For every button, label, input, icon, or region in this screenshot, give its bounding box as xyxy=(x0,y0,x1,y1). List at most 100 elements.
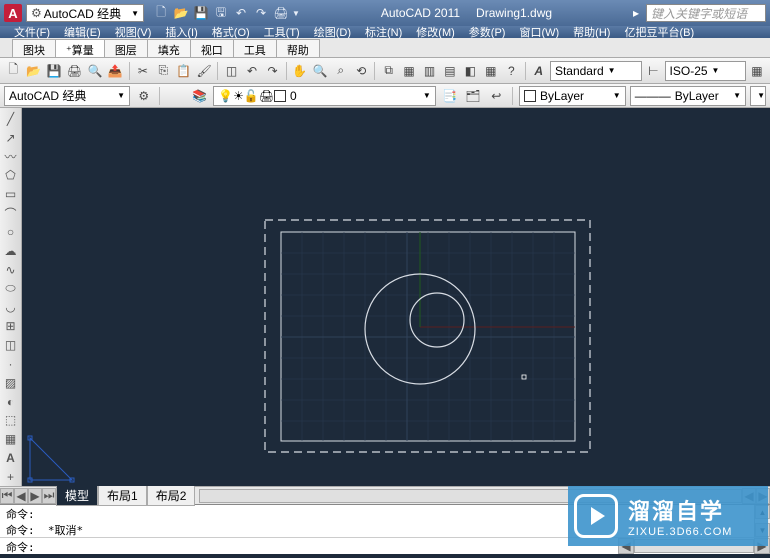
lineweight-select[interactable]: ▼ xyxy=(750,86,766,106)
menu-item[interactable]: 窗口(W) xyxy=(513,23,565,41)
region-icon[interactable]: ⬚ xyxy=(2,412,20,430)
polygon-icon[interactable]: ⬠ xyxy=(2,167,20,185)
watermark-title: 溜溜自学 xyxy=(628,494,732,526)
addselected-icon[interactable]: + xyxy=(2,468,20,486)
text-icon[interactable]: A xyxy=(2,449,20,467)
redo-icon[interactable]: ↷ xyxy=(252,4,270,22)
pan-icon[interactable]: ✋ xyxy=(291,61,309,81)
revcloud-icon[interactable]: ☁ xyxy=(2,242,20,260)
tab-prev-icon[interactable]: ◀ xyxy=(14,488,28,504)
command-input[interactable]: 命令: xyxy=(0,538,618,554)
open-icon[interactable]: 📂 xyxy=(172,4,190,22)
textstyle-icon[interactable]: A xyxy=(530,61,548,81)
drawing-canvas[interactable] xyxy=(22,108,770,486)
layer-prop-icon[interactable]: 📚 xyxy=(190,86,209,106)
tab-next-icon[interactable]: ▶ xyxy=(28,488,42,504)
chevron-down-icon: ▼ xyxy=(608,66,616,75)
zoom-window-icon[interactable]: ⌕ xyxy=(332,61,350,81)
ribbon-tab[interactable]: 工具 xyxy=(233,39,277,57)
tab-last-icon[interactable]: ⏭ xyxy=(42,488,56,504)
gradient-icon[interactable]: ◐ xyxy=(2,393,20,411)
ribbon-tab[interactable]: ⁺算量 xyxy=(55,39,105,57)
zoom-icon[interactable]: 🔍 xyxy=(311,61,329,81)
layout-tab[interactable]: 布局1 xyxy=(98,485,147,506)
workspace-gear-icon[interactable]: ⚙ xyxy=(134,86,153,106)
ribbon-tab[interactable]: 视口 xyxy=(190,39,234,57)
calc-icon[interactable]: ▦ xyxy=(482,61,500,81)
block-icon[interactable]: ◫ xyxy=(222,61,240,81)
menu-item[interactable]: 亿把豆平台(B) xyxy=(618,23,700,41)
layout-tab[interactable]: 模型 xyxy=(56,485,98,506)
textstyle-select[interactable]: Standard▼ xyxy=(550,61,642,81)
cut-icon[interactable]: ✂ xyxy=(134,61,152,81)
layout-tab[interactable]: 布局2 xyxy=(147,485,196,506)
zoom-prev-icon[interactable]: ⟲ xyxy=(352,61,370,81)
table-icon[interactable]: ▦ xyxy=(748,61,766,81)
layer-select[interactable]: 💡 ☀ 🔓 🖨 0 ▼ xyxy=(213,86,436,106)
publish-icon[interactable]: 📤 xyxy=(106,61,124,81)
copy-icon[interactable]: ⎘ xyxy=(154,61,172,81)
help-icon[interactable]: ? xyxy=(502,61,520,81)
matchprop-icon[interactable]: 🖌 xyxy=(195,61,213,81)
save-icon[interactable]: 💾 xyxy=(45,61,63,81)
new-icon[interactable]: 🗋 xyxy=(4,61,22,81)
rectangle-icon[interactable]: ▭ xyxy=(2,185,20,203)
ribbon-tab[interactable]: 帮助 xyxy=(276,39,320,57)
undo-icon[interactable]: ↶ xyxy=(232,4,250,22)
layer-iso-icon[interactable]: 🗂 xyxy=(463,86,482,106)
layer-state-icon[interactable]: 📑 xyxy=(440,86,459,106)
block-icon[interactable]: ◫ xyxy=(2,336,20,354)
linetype-select[interactable]: ——— ByLayer▼ xyxy=(630,86,746,106)
table-icon[interactable]: ▦ xyxy=(2,430,20,448)
designcenter-icon[interactable]: ▦ xyxy=(400,61,418,81)
properties-icon[interactable]: ⧉ xyxy=(379,61,397,81)
point-icon[interactable]: · xyxy=(2,355,20,373)
markup-icon[interactable]: ◧ xyxy=(461,61,479,81)
undo-icon[interactable]: ↶ xyxy=(243,61,261,81)
chevron-down-icon: ▼ xyxy=(111,91,125,100)
xline-icon[interactable]: ↗ xyxy=(2,129,20,147)
color-swatch xyxy=(524,90,536,102)
hatch-icon[interactable]: ▨ xyxy=(2,374,20,392)
open-icon[interactable]: 📂 xyxy=(24,61,42,81)
circle-icon[interactable]: ○ xyxy=(2,223,20,241)
preview-icon[interactable]: 🔍 xyxy=(86,61,104,81)
ribbon-tab[interactable]: 图块 xyxy=(12,39,56,57)
layer-prev-icon[interactable]: ↩ xyxy=(487,86,506,106)
menu-item[interactable]: 修改(M) xyxy=(410,23,461,41)
ucs-icon xyxy=(26,432,78,484)
help-search-input[interactable]: 键入关键字或短语 xyxy=(646,4,766,22)
workspace-selector[interactable]: ⚙ AutoCAD 经典 ▼ xyxy=(26,4,144,22)
pline-icon[interactable]: 〰 xyxy=(2,148,20,166)
workspace-select2[interactable]: AutoCAD 经典▼ xyxy=(4,86,130,106)
line-icon[interactable]: ╱ xyxy=(2,110,20,128)
print-icon[interactable]: 🖨 xyxy=(65,61,83,81)
menu-item[interactable]: 帮助(H) xyxy=(567,23,616,41)
save-icon[interactable]: 💾 xyxy=(192,4,210,22)
spline-icon[interactable]: ∿ xyxy=(2,261,20,279)
ribbon-tab[interactable]: 填充 xyxy=(147,39,191,57)
saveas-icon[interactable]: 🖫 xyxy=(212,4,230,22)
menu-item[interactable]: 标注(N) xyxy=(359,23,408,41)
toolpalette-icon[interactable]: ▥ xyxy=(420,61,438,81)
new-icon[interactable]: 🗋 xyxy=(152,4,170,22)
ribbon-tabs: 图块⁺算量图层填充视口工具帮助 xyxy=(0,38,770,58)
color-select[interactable]: ByLayer▼ xyxy=(519,86,626,106)
ellipse-icon[interactable]: ⬭ xyxy=(2,280,20,298)
dimstyle-icon[interactable]: ⊢ xyxy=(644,61,662,81)
insert-icon[interactable]: ⊞ xyxy=(2,317,20,335)
plot-icon: 🖨 xyxy=(259,89,274,103)
watermark-url: ZIXUE.3D66.COM xyxy=(628,526,732,538)
paste-icon[interactable]: 📋 xyxy=(175,61,193,81)
print-icon[interactable]: 🖨 xyxy=(272,4,290,22)
chevron-down-icon[interactable]: ▼ xyxy=(292,9,300,18)
ellipsearc-icon[interactable]: ◡ xyxy=(2,298,20,316)
dimstyle-select[interactable]: ISO-25▼ xyxy=(665,61,746,81)
ribbon-tab[interactable]: 图层 xyxy=(104,39,148,57)
menu-item[interactable]: 参数(P) xyxy=(463,23,512,41)
sheetset-icon[interactable]: ▤ xyxy=(441,61,459,81)
arc-icon[interactable]: ⌒ xyxy=(2,204,20,222)
search-chevron-icon[interactable]: ▸ xyxy=(633,6,639,20)
redo-icon[interactable]: ↷ xyxy=(263,61,281,81)
tab-first-icon[interactable]: ⏮ xyxy=(0,488,14,504)
